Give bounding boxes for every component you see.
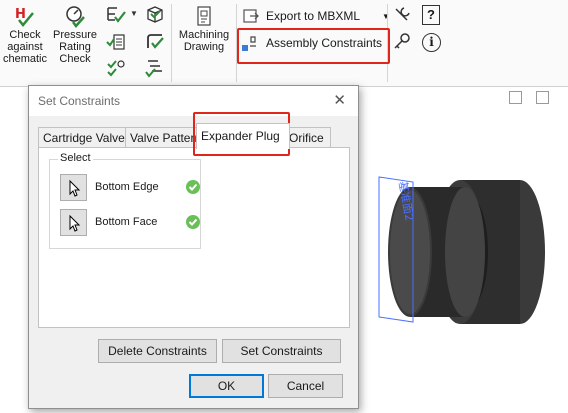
export-mbxml-button[interactable]: Export to MBXML ▼ (242, 6, 390, 26)
check-schematic-button[interactable]: H Check against chematic (0, 4, 50, 65)
assembly-constraints-button[interactable]: Assembly Constraints (242, 33, 382, 53)
svg-text:H: H (15, 7, 26, 22)
tab-label: Valve Pattern (130, 131, 197, 145)
tree-check-icon[interactable] (144, 58, 166, 78)
ribbon-toolbar: H Check against chematic Pressure Rating… (0, 0, 568, 87)
pressure-rating-label-1: Pressure (52, 29, 98, 41)
export-dropdown-arrow-icon[interactable]: ▼ (382, 12, 390, 21)
cursor-arrow-icon (69, 214, 81, 232)
tab-valve-pattern[interactable]: Valve Pattern (125, 127, 197, 148)
tab-label: Expander Plug (201, 129, 280, 143)
pressure-rating-check-button[interactable]: Pressure Rating Check (52, 4, 98, 65)
route-check-icon[interactable] (144, 32, 166, 52)
schematic-check-icon: H (15, 7, 34, 27)
ribbon-separator (387, 4, 388, 82)
close-icon[interactable]: ✕ (333, 91, 346, 109)
key-icon[interactable] (392, 32, 412, 52)
dialog-title: Set Constraints (38, 94, 121, 108)
assembly-constraints-icon (242, 36, 256, 51)
check-schematic-label-3: chematic (2, 53, 48, 65)
select-bottom-face-button[interactable] (60, 209, 87, 236)
set-constraints-dialog: Set Constraints ✕ Cartridge Valve Valve … (28, 85, 359, 409)
tab-expander-plug[interactable]: Expander Plug (196, 123, 290, 149)
check-schematic-label-1: Check (9, 29, 41, 41)
help-icon[interactable]: ? (422, 5, 440, 25)
dialog-titlebar[interactable]: Set Constraints ✕ (29, 86, 358, 116)
expander-plug-model[interactable]: 基准面2 (365, 157, 555, 377)
tab-cartridge-valve[interactable]: Cartridge Valve (38, 127, 128, 148)
assembly-constraints-label: Assembly Constraints (266, 36, 383, 50)
tab-label: Cartridge Valve (43, 131, 125, 145)
info-icon[interactable]: i (422, 33, 441, 52)
ok-button[interactable]: OK (189, 374, 264, 398)
multi-check-icon[interactable] (105, 58, 127, 78)
select-bottom-edge-button[interactable] (60, 174, 87, 201)
check-ok-icon (186, 215, 200, 229)
cube-check-icon[interactable] (144, 5, 166, 25)
pressure-rating-label-2: Rating (59, 41, 91, 53)
cursor-arrow-icon (69, 179, 81, 197)
ribbon-separator (236, 4, 237, 82)
viewport-restore-icon[interactable] (509, 91, 522, 104)
tab-panel: Select Bottom Edge Bottom Face (38, 147, 350, 328)
check-ok-icon (186, 180, 200, 194)
pressure-rating-label-3: Check (59, 53, 91, 65)
ribbon-separator (171, 4, 172, 82)
gauge-check-icon (66, 6, 85, 28)
check-schematic-label-2: against (7, 41, 43, 53)
export-mbxml-label: Export to MBXML (266, 9, 361, 23)
list-check-icon[interactable] (105, 32, 127, 52)
tab-label: Orifice (289, 131, 324, 145)
hierarchy-check-icon[interactable] (105, 5, 127, 25)
viewport-maximize-icon[interactable] (536, 91, 549, 104)
cancel-button[interactable]: Cancel (268, 374, 343, 398)
select-group: Select Bottom Edge Bottom Face (49, 152, 201, 249)
export-icon (243, 9, 259, 23)
select-group-label: Select (58, 152, 93, 164)
set-constraints-button[interactable]: Set Constraints (222, 339, 341, 363)
tab-orifice[interactable]: Orifice (284, 127, 331, 148)
bottom-edge-label: Bottom Edge (95, 181, 159, 193)
bottom-face-label: Bottom Face (95, 216, 158, 228)
machining-drawing-label-1: Machining (178, 29, 230, 41)
machining-drawing-icon (197, 6, 211, 26)
dropdown-arrow-icon[interactable]: ▼ (130, 9, 138, 18)
settings-wrench-icon[interactable] (392, 5, 412, 25)
machining-drawing-button[interactable]: Machining Drawing (174, 4, 234, 53)
delete-constraints-button[interactable]: Delete Constraints (98, 339, 217, 363)
machining-drawing-label-2: Drawing (183, 41, 225, 53)
